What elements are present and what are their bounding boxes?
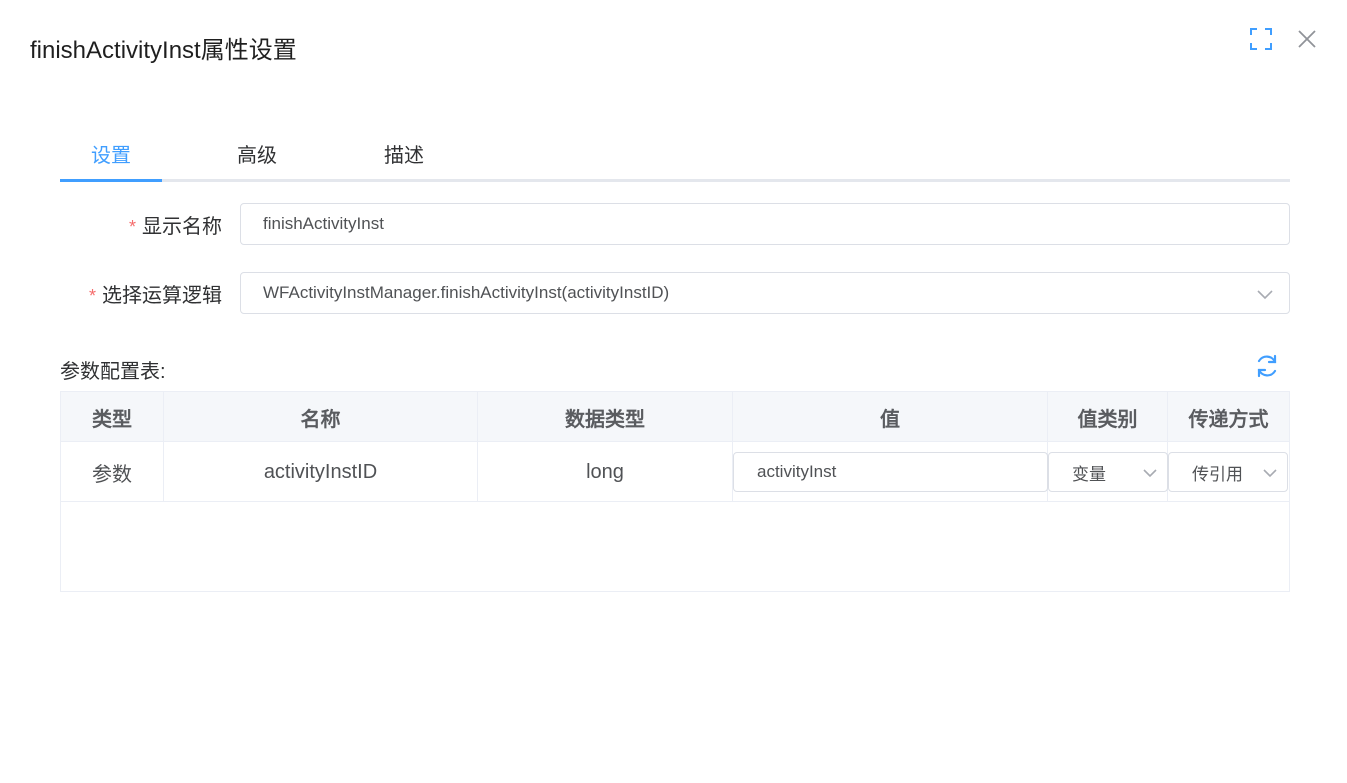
column-header-type: 类型 <box>61 392 164 442</box>
close-icon[interactable] <box>1296 28 1318 50</box>
required-mark: * <box>88 286 96 306</box>
pass-mode-select[interactable]: 传引用 <box>1168 452 1288 492</box>
tab-active-indicator <box>60 179 162 182</box>
dialog-title: finishActivityInst属性设置 <box>30 37 297 64</box>
tab-bar: 设置 高级 描述 <box>60 128 1290 182</box>
cell-data-type: long <box>478 442 733 502</box>
value-input[interactable]: activityInst <box>733 452 1048 492</box>
params-table: 类型 名称 数据类型 值 值类别 传递方式 参数 activityInstID … <box>60 391 1290 592</box>
cell-value: activityInst <box>733 442 1048 502</box>
value-category-select[interactable]: 变量 <box>1048 452 1168 492</box>
cell-pass-mode: 传引用 <box>1168 442 1289 502</box>
display-name-value: finishActivityInst <box>263 214 384 233</box>
display-name-label-text: 显示名称 <box>142 216 222 238</box>
logic-label: * 选择运算逻辑 <box>40 279 222 308</box>
cell-name: activityInstID <box>164 442 478 502</box>
column-header-data-type: 数据类型 <box>478 392 733 442</box>
required-mark: * <box>128 217 136 237</box>
params-section-label: 参数配置表: <box>60 361 166 383</box>
tab-advanced[interactable]: 高级 <box>237 139 277 168</box>
tab-settings[interactable]: 设置 <box>91 139 131 168</box>
fullscreen-icon[interactable] <box>1249 27 1273 51</box>
chevron-down-icon <box>1141 464 1159 482</box>
display-name-input[interactable]: finishActivityInst <box>240 203 1290 245</box>
cell-value-category: 变量 <box>1048 442 1168 502</box>
display-name-label: * 显示名称 <box>80 210 222 239</box>
logic-label-text: 选择运算逻辑 <box>102 285 222 307</box>
cell-type: 参数 <box>61 442 164 502</box>
column-header-value: 值 <box>733 392 1048 442</box>
table-row: 参数 activityInstID long activityInst 变量 传… <box>61 442 1289 502</box>
refresh-icon[interactable] <box>1254 353 1280 379</box>
column-header-pass-mode: 传递方式 <box>1188 408 1269 431</box>
pass-mode-text: 传引用 <box>1192 464 1242 484</box>
table-header: 类型 名称 数据类型 值 值类别 传递方式 <box>61 392 1289 442</box>
chevron-down-icon <box>1261 464 1279 482</box>
chevron-down-icon <box>1255 284 1275 304</box>
logic-select[interactable]: WFActivityInstManager.finishActivityInst… <box>240 272 1290 314</box>
column-header-name: 名称 <box>164 392 478 442</box>
column-header-value-category: 值类别 <box>1048 392 1168 442</box>
value-category-text: 变量 <box>1072 464 1106 484</box>
logic-select-value: WFActivityInstManager.finishActivityInst… <box>263 283 670 302</box>
tab-description[interactable]: 描述 <box>384 139 424 168</box>
value-input-text: activityInst <box>757 462 837 481</box>
